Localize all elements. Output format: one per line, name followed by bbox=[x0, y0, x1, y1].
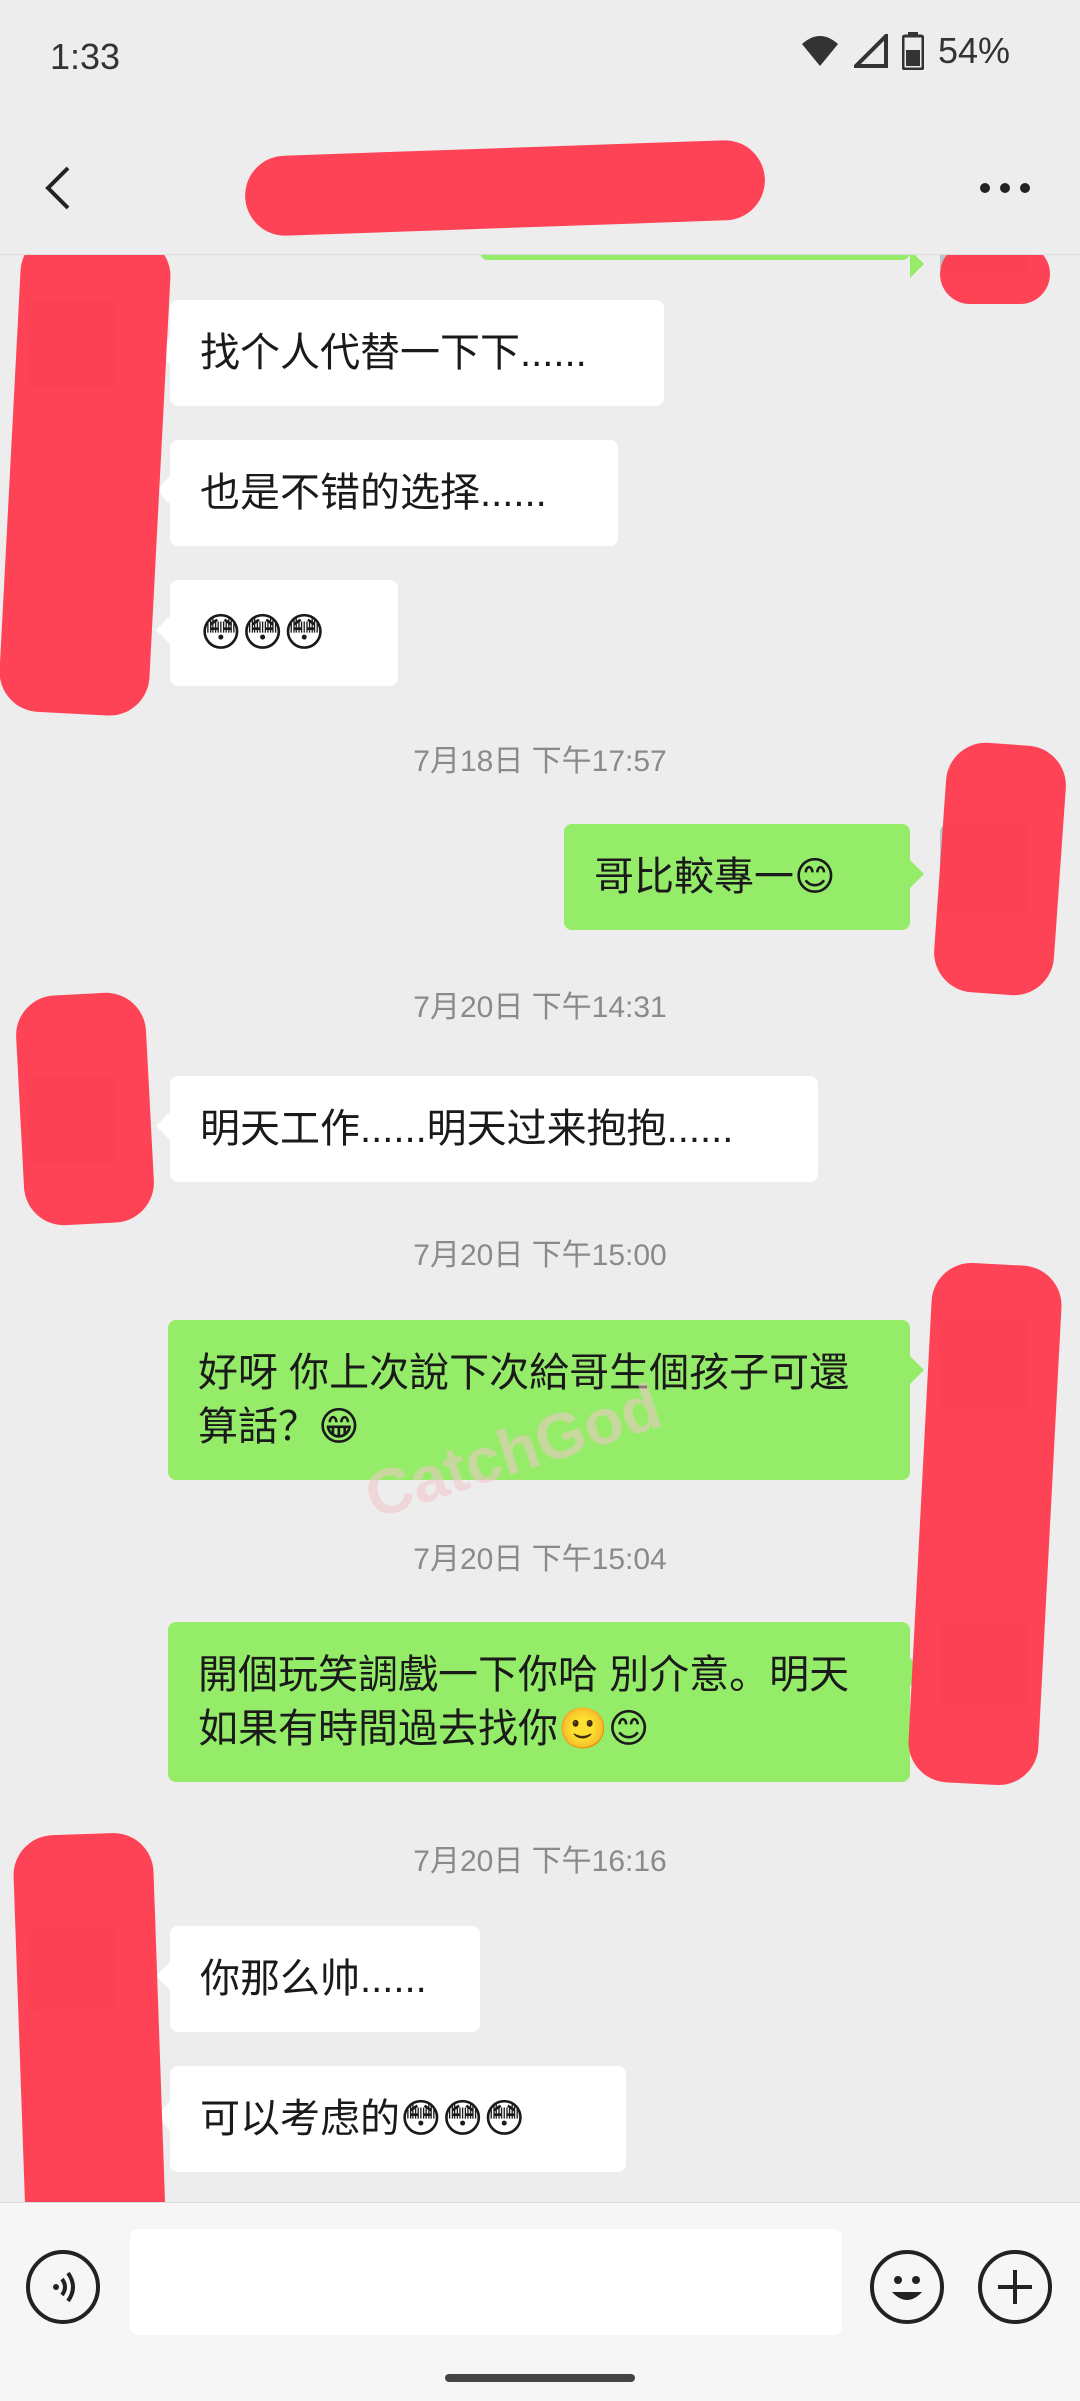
wifi-icon bbox=[801, 36, 838, 66]
redaction-mark bbox=[931, 740, 1069, 998]
emoji-icon[interactable] bbox=[870, 2250, 944, 2324]
timestamp: 7月20日 下午15:00 bbox=[413, 1239, 667, 1272]
plus-glyph bbox=[998, 2270, 1032, 2304]
more-dots-icon[interactable] bbox=[970, 158, 1040, 218]
emoji-glyph bbox=[892, 2276, 922, 2300]
battery-percent: 54% bbox=[937, 30, 1010, 71]
status-icons: 54% bbox=[800, 30, 1010, 72]
message-bubble[interactable]: 開個玩笑調戲一下你哈 別介意。明天如果有時間過去找你🙂😊 bbox=[168, 1622, 924, 1782]
voice-icon[interactable] bbox=[26, 2250, 100, 2324]
battery-icon bbox=[901, 32, 924, 70]
input-bar bbox=[0, 2202, 1080, 2401]
message-bubble[interactable]: 😳😳😳 bbox=[156, 580, 398, 686]
message-bubble[interactable]: 你那么帅...... bbox=[156, 1926, 480, 2032]
redaction-mark bbox=[906, 1260, 1064, 1788]
status-bar: 1:33 54% bbox=[0, 0, 1080, 118]
redaction-mark bbox=[14, 990, 156, 1228]
timestamp: 7月20日 下午14:31 bbox=[413, 991, 667, 1024]
message-bubble[interactable]: 找个人代替一下下...... bbox=[156, 300, 664, 406]
message-bubble[interactable]: 也是不错的选择...... bbox=[156, 440, 618, 546]
chat-header bbox=[0, 118, 1080, 255]
redaction-mark bbox=[940, 254, 1050, 304]
status-time: 1:33 bbox=[50, 36, 121, 77]
redaction-mark bbox=[0, 254, 173, 718]
timestamp: 7月20日 下午16:16 bbox=[413, 1845, 667, 1878]
message-bubble[interactable]: 可以考虑的😳😳😳 bbox=[156, 2066, 626, 2172]
timestamp: 7月18日 下午17:57 bbox=[413, 745, 667, 778]
chevron-left-icon[interactable] bbox=[30, 158, 90, 218]
chat-area[interactable]: 找个人代替一下下...... 也是不错的选择...... 😳😳😳 7月18日 下… bbox=[0, 254, 1080, 2202]
redaction-mark bbox=[243, 138, 767, 238]
plus-icon[interactable] bbox=[978, 2250, 1052, 2324]
message-bubble[interactable]: 哥比較專一😊 bbox=[564, 824, 924, 930]
voice-glyph bbox=[53, 2271, 75, 2303]
redaction-mark bbox=[12, 1831, 168, 2202]
message-bubble[interactable]: 明天工作......明天过来抱抱...... bbox=[156, 1076, 818, 1182]
message-input[interactable] bbox=[130, 2229, 842, 2335]
signal-icon bbox=[853, 34, 888, 68]
home-indicator[interactable] bbox=[445, 2374, 635, 2382]
